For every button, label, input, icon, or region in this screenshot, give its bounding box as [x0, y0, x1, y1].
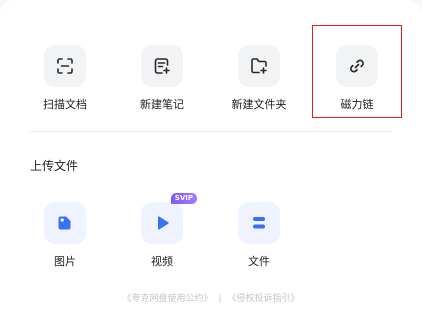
highlight-box	[312, 25, 402, 118]
new-folder-label: 新建文件夹	[231, 98, 287, 111]
video-icon: SVIP	[141, 193, 197, 244]
agreement-link[interactable]: 《夸克网盘使用公约》	[122, 294, 212, 304]
new-folder-icon	[238, 45, 280, 87]
scan-document-button[interactable]: 扫描文档	[25, 45, 105, 112]
upload-file-button[interactable]: 文件	[219, 202, 299, 269]
complaint-guide-link[interactable]: 《侵权投诉指引》	[228, 294, 300, 304]
upload-video-label: 视频	[151, 255, 173, 268]
image-icon	[44, 202, 86, 244]
new-folder-button[interactable]: 新建文件夹	[219, 45, 299, 112]
footer-separator: |	[218, 294, 222, 304]
footer: 《夸克网盘使用公约》 | 《侵权投诉指引》	[0, 291, 422, 304]
new-note-button[interactable]: 新建笔记	[122, 45, 202, 112]
upload-image-button[interactable]: 图片	[25, 202, 105, 269]
upload-section-title: 上传文件	[30, 159, 79, 173]
scan-icon	[44, 45, 86, 87]
new-note-label: 新建笔记	[140, 98, 184, 111]
scan-document-label: 扫描文档	[43, 98, 87, 111]
upload-file-label: 文件	[248, 255, 270, 268]
upload-video-button[interactable]: SVIP 视频	[122, 193, 202, 269]
action-sheet: 扫描文档 新建笔记 新建文件夹 磁力链 上传文件 图片 SVIP 视频 文件 《…	[0, 0, 422, 319]
svip-badge: SVIP	[170, 193, 197, 204]
divider	[30, 131, 392, 132]
upload-image-label: 图片	[54, 255, 76, 268]
file-icon	[238, 202, 280, 244]
new-note-icon	[141, 45, 183, 87]
